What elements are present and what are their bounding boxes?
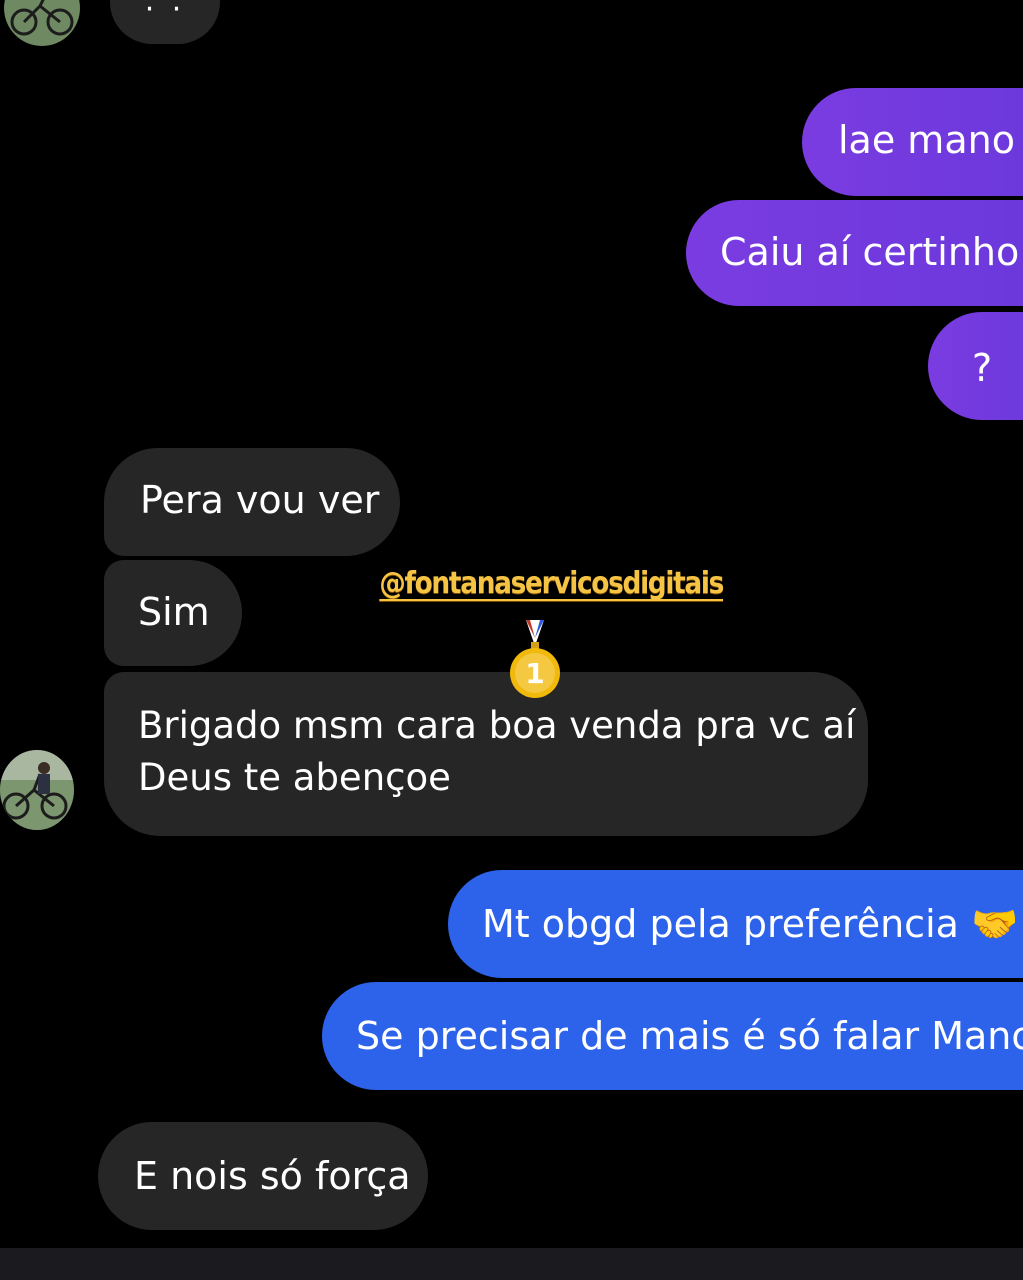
bottom-input-area (0, 1248, 1023, 1280)
contact-avatar[interactable] (4, 0, 80, 46)
message-bubble-sent[interactable]: lae mano (802, 88, 1023, 196)
message-text: lae mano (838, 118, 1015, 162)
message-bubble-received[interactable]: Brigado msm cara boa venda pra vc aí Deu… (104, 672, 868, 836)
message-bubble-sent[interactable]: Caiu aí certinho (686, 200, 1023, 306)
message-bubble-sent[interactable]: Mt obgd pela preferência 🤝 (448, 870, 1023, 978)
message-text-line: Brigado msm cara boa venda pra vc aí (138, 704, 856, 747)
medal-number: 1 (525, 657, 544, 690)
message-text: Sim (138, 590, 210, 634)
message-text: Se precisar de mais é só falar Mano (356, 1014, 1023, 1058)
message-bubble-sent[interactable]: Se precisar de mais é só falar Mano (322, 982, 1023, 1090)
message-text-line: Deus te abençoe (138, 756, 451, 799)
message-text: Caiu aí certinho (720, 230, 1020, 274)
first-place-medal-icon: 1 (508, 620, 562, 700)
message-text: ? (972, 346, 993, 390)
message-text: Mt obgd pela preferência 🤝 (482, 902, 1019, 946)
message-bubble-received[interactable]: E nois só força (98, 1122, 428, 1230)
watermark-handle: @fontanaservicosdigitais (379, 566, 724, 601)
message-text: Pera vou ver (140, 478, 380, 522)
message-text: E nois só força (134, 1154, 411, 1198)
message-bubble-partial[interactable]: · · (110, 0, 220, 44)
message-text: · · (144, 0, 186, 27)
message-bubble-received[interactable]: Sim (104, 560, 242, 666)
message-bubble-received[interactable]: Pera vou ver (104, 448, 400, 556)
contact-avatar[interactable] (0, 750, 74, 830)
message-bubble-sent[interactable]: ? (928, 312, 1023, 420)
